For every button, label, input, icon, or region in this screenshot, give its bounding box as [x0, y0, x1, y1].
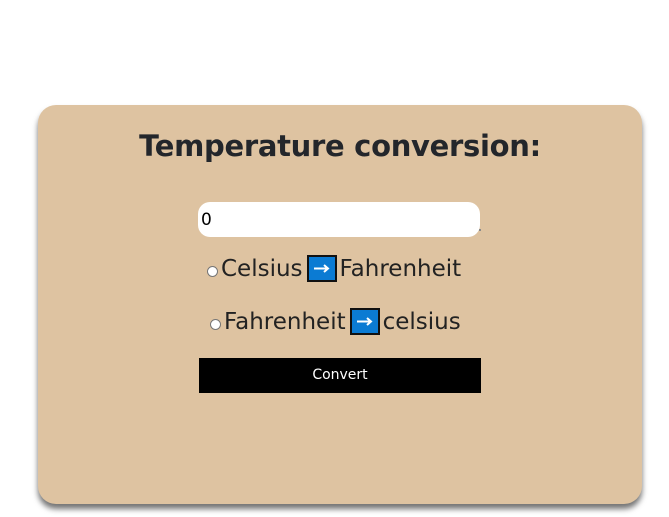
input-resize-mark [479, 229, 481, 231]
convert-button[interactable]: Convert [199, 358, 481, 393]
converter-card: Temperature conversion: Celsius Fahrenhe… [38, 105, 642, 504]
page-title: Temperature conversion: [139, 129, 541, 163]
option-to-label: Fahrenheit [339, 255, 462, 282]
option-from-label: Fahrenheit [224, 308, 346, 335]
option-fahrenheit-to-celsius: Fahrenheit celsius [210, 308, 461, 335]
option-celsius-to-fahrenheit: Celsius Fahrenheit [207, 255, 461, 282]
option-to-label: celsius [382, 308, 461, 335]
right-arrow-icon [349, 308, 380, 335]
radio-celsius-to-fahrenheit[interactable] [207, 265, 218, 277]
temperature-input[interactable] [198, 202, 480, 237]
option-from-label: Celsius [221, 255, 303, 282]
radio-fahrenheit-to-celsius[interactable] [210, 318, 221, 330]
right-arrow-icon [306, 255, 337, 282]
